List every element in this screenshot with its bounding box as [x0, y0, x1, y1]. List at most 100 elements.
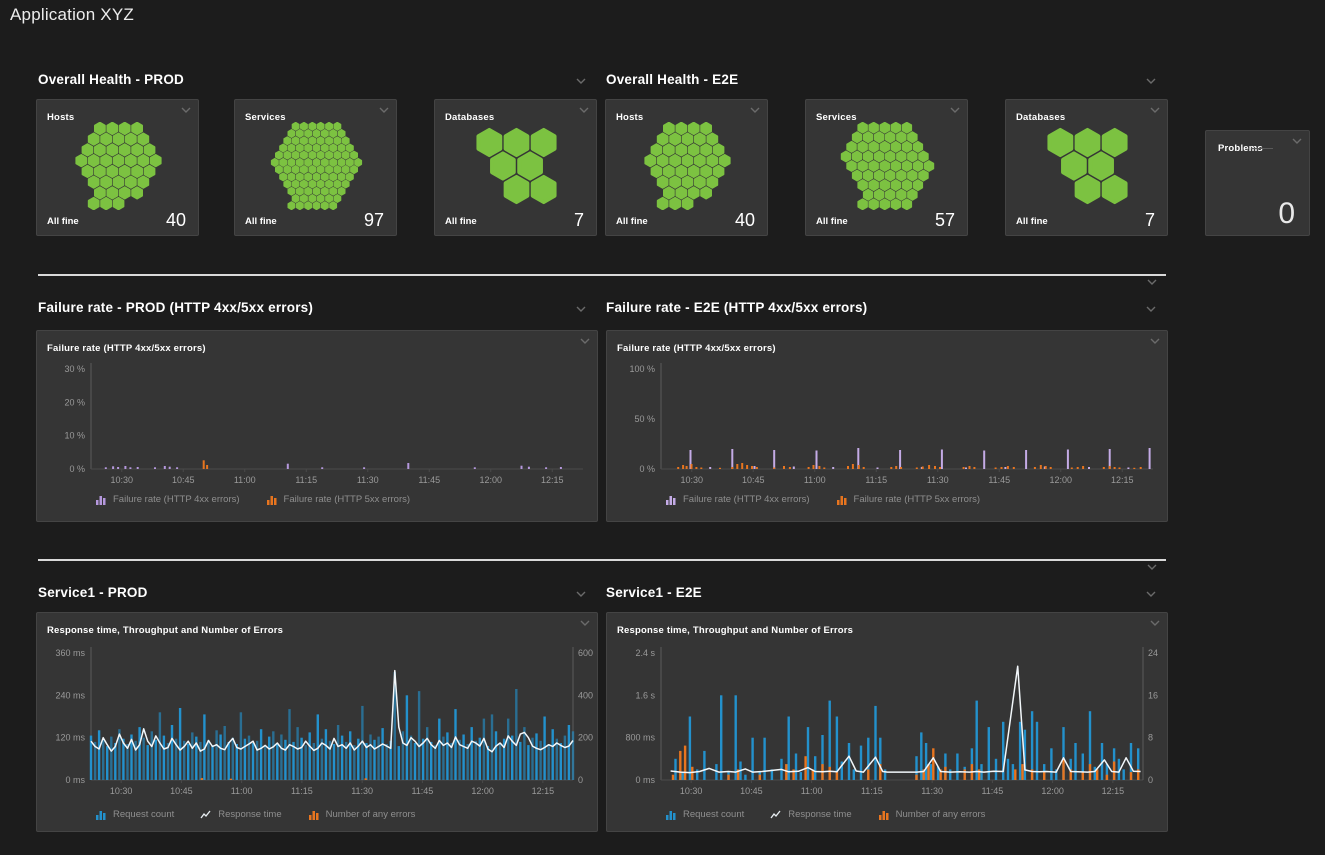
svg-text:20 %: 20 %	[64, 397, 85, 407]
problems-tile[interactable]: Problems 0	[1205, 130, 1310, 236]
chart-legend: Request count Response time Number of an…	[95, 809, 415, 820]
svg-text:360 ms: 360 ms	[55, 648, 85, 658]
entity-count: 57	[935, 210, 955, 231]
chart-tile-failure-e2e[interactable]: Failure rate (HTTP 4xx/5xx errors) 0 %50…	[606, 330, 1168, 522]
status-text: All fine	[245, 216, 277, 227]
honeycomb-chart	[1007, 122, 1168, 210]
chevron-down-icon[interactable]	[1147, 279, 1157, 285]
svg-text:10:45: 10:45	[172, 475, 195, 485]
entity-count: 7	[1145, 210, 1155, 231]
section-header-service1-e2e: Service1 - E2E	[606, 585, 702, 600]
svg-text:12:15: 12:15	[1111, 475, 1134, 485]
svg-text:0 %: 0 %	[69, 464, 85, 474]
chevron-down-icon[interactable]	[750, 107, 760, 113]
health-tile-e2e-databases[interactable]: Databases All fine7	[1005, 99, 1168, 236]
failure-rate-chart-prod[interactable]: 0 %10 %20 %30 %10:3010:4511:0011:1511:30…	[37, 357, 599, 497]
section-divider	[38, 274, 1166, 276]
chevron-down-icon[interactable]	[1146, 306, 1156, 312]
svg-text:11:00: 11:00	[231, 786, 253, 796]
svg-text:11:15: 11:15	[291, 786, 313, 796]
chevron-down-icon[interactable]	[1147, 564, 1157, 570]
chevron-down-icon[interactable]	[580, 620, 590, 626]
svg-text:16: 16	[1148, 690, 1158, 700]
chart-tile-service1-e2e[interactable]: Response time, Throughput and Number of …	[606, 612, 1168, 832]
svg-text:12:15: 12:15	[1102, 786, 1125, 796]
svg-text:11:30: 11:30	[921, 786, 943, 796]
chevron-down-icon[interactable]	[1150, 620, 1160, 626]
honeycomb-chart	[236, 122, 397, 210]
section-header-failure-prod: Failure rate - PROD (HTTP 4xx/5xx errors…	[38, 300, 313, 315]
health-tile-prod-hosts[interactable]: Hosts All fine40	[36, 99, 199, 236]
legend-item-4xx: Failure rate (HTTP 4xx errors)	[665, 494, 810, 505]
chevron-down-icon[interactable]	[950, 107, 960, 113]
bar-chart-icon	[836, 494, 848, 505]
page-title: Application XYZ	[10, 5, 134, 25]
chevron-down-icon[interactable]	[576, 78, 586, 84]
status-text: All fine	[47, 216, 79, 227]
svg-text:11:30: 11:30	[357, 475, 379, 485]
chevron-down-icon[interactable]	[576, 591, 586, 597]
svg-text:0 ms: 0 ms	[635, 775, 655, 785]
chart-title: Response time, Throughput and Number of …	[617, 625, 853, 636]
health-tile-e2e-services[interactable]: Services All fine57	[805, 99, 968, 236]
entity-count: 97	[364, 210, 384, 231]
svg-text:11:30: 11:30	[351, 786, 373, 796]
health-tile-e2e-hosts[interactable]: Hosts All fine40	[605, 99, 768, 236]
chevron-down-icon[interactable]	[1150, 338, 1160, 344]
problems-count: 0	[1278, 197, 1295, 231]
status-text: All fine	[1016, 216, 1048, 227]
svg-text:0: 0	[578, 775, 583, 785]
status-text: All fine	[616, 216, 648, 227]
svg-text:11:45: 11:45	[981, 786, 1003, 796]
legend-item-request-count: Request count	[95, 809, 174, 820]
svg-text:11:45: 11:45	[988, 475, 1010, 485]
svg-text:400: 400	[578, 690, 593, 700]
legend-item-errors: Number of any errors	[308, 809, 416, 820]
chevron-down-icon[interactable]	[1146, 591, 1156, 597]
chevron-down-icon[interactable]	[580, 338, 590, 344]
section-header-service1-prod: Service1 - PROD	[38, 585, 148, 600]
bar-chart-icon	[665, 809, 677, 820]
status-text: All fine	[445, 216, 477, 227]
chart-tile-service1-prod[interactable]: Response time, Throughput and Number of …	[36, 612, 598, 832]
honeycomb-chart	[38, 122, 199, 210]
chevron-down-icon[interactable]	[1146, 78, 1156, 84]
health-tile-prod-services[interactable]: Services All fine97	[234, 99, 397, 236]
chart-tile-failure-prod[interactable]: Failure rate (HTTP 4xx/5xx errors) 0 %10…	[36, 330, 598, 522]
chevron-down-icon[interactable]	[181, 107, 191, 113]
bar-chart-icon	[665, 494, 677, 505]
honeycomb-chart	[607, 122, 768, 210]
svg-text:12:00: 12:00	[479, 475, 502, 485]
legend-item-response-time: Response time	[770, 809, 851, 820]
bar-chart-icon	[266, 494, 278, 505]
service-metrics-chart-prod[interactable]: 0 ms120 ms240 ms360 ms020040060010:3010:…	[37, 639, 599, 807]
service-metrics-chart-e2e[interactable]: 0 ms800 ms1.6 s2.4 s08162410:3010:4511:0…	[607, 639, 1169, 807]
chevron-down-icon[interactable]	[379, 107, 389, 113]
chevron-down-icon[interactable]	[1292, 138, 1302, 144]
svg-text:10:45: 10:45	[740, 786, 763, 796]
health-tile-prod-databases[interactable]: Databases All fine7	[434, 99, 597, 236]
bar-chart-icon	[95, 494, 107, 505]
svg-text:10 %: 10 %	[64, 431, 85, 441]
svg-text:0 %: 0 %	[639, 464, 655, 474]
chart-legend: Failure rate (HTTP 4xx errors) Failure r…	[665, 494, 980, 505]
svg-text:10:45: 10:45	[742, 475, 765, 485]
legend-item-response-time: Response time	[200, 809, 281, 820]
chevron-down-icon[interactable]	[579, 107, 589, 113]
svg-text:11:00: 11:00	[234, 475, 256, 485]
bar-chart-icon	[308, 809, 320, 820]
svg-text:11:45: 11:45	[418, 475, 440, 485]
svg-text:240 ms: 240 ms	[55, 690, 85, 700]
honeycomb-chart	[436, 122, 597, 210]
svg-text:11:15: 11:15	[865, 475, 887, 485]
legend-item-5xx: Failure rate (HTTP 5xx errors)	[266, 494, 411, 505]
svg-text:12:00: 12:00	[1041, 786, 1064, 796]
chevron-down-icon[interactable]	[576, 306, 586, 312]
svg-text:50 %: 50 %	[634, 414, 655, 424]
honeycomb-chart	[807, 122, 968, 210]
chevron-down-icon[interactable]	[1150, 107, 1160, 113]
failure-rate-chart-e2e[interactable]: 0 %50 %100 %10:3010:4511:0011:1511:3011:…	[607, 357, 1169, 497]
entity-count: 40	[166, 210, 186, 231]
entity-count: 40	[735, 210, 755, 231]
svg-text:800 ms: 800 ms	[625, 733, 655, 743]
